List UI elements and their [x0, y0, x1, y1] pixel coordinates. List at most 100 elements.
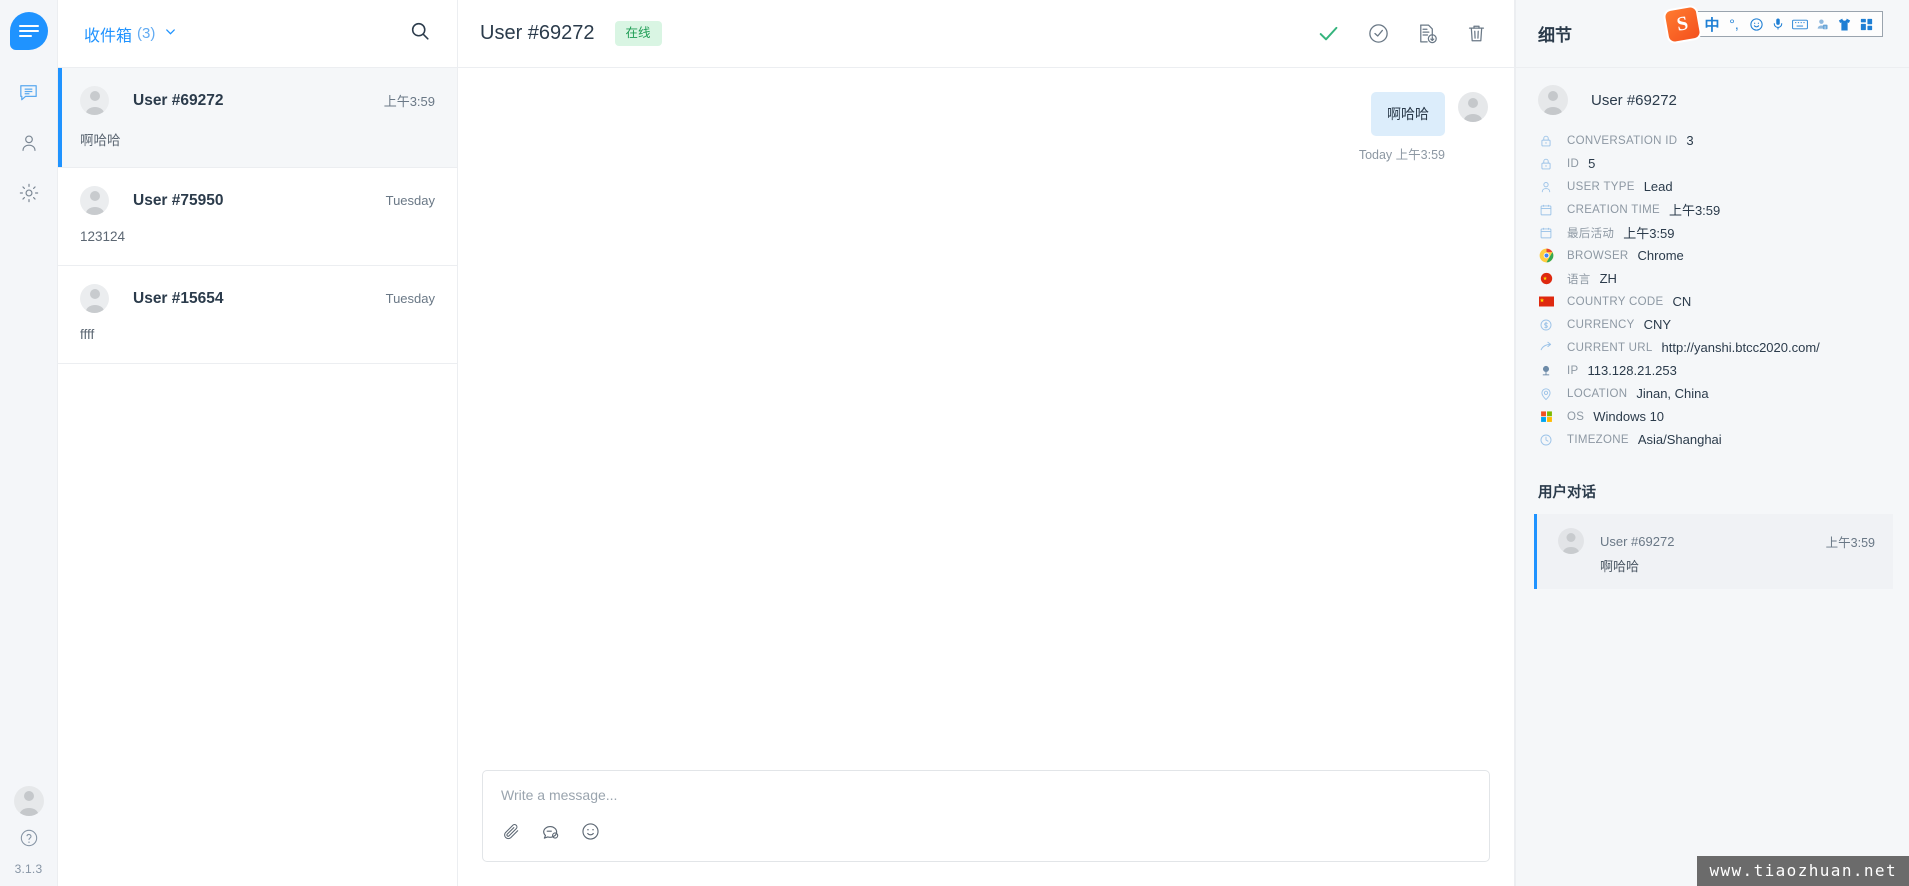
- windows-logo-icon: [1538, 410, 1554, 423]
- conversation-preview: 123124: [80, 229, 126, 244]
- attribute-value: CN: [1672, 294, 1692, 309]
- list-item[interactable]: User #75950 Tuesday 123124: [58, 168, 457, 266]
- attribute-key: 语言: [1567, 273, 1591, 286]
- page-title: User #69272: [480, 22, 595, 44]
- attribute-value: 113.128.21.253: [1587, 363, 1677, 378]
- chinese-mode-icon[interactable]: 中: [1701, 13, 1723, 35]
- attribute-row-os: OS Windows 10: [1538, 405, 1887, 428]
- conversation-time: 上午3:59: [383, 94, 435, 109]
- conversation-list-header: 收件箱 (3): [58, 0, 457, 68]
- attribute-key: CURRENCY: [1567, 318, 1635, 331]
- avatar: [80, 186, 109, 215]
- conversation-time: Tuesday: [385, 291, 435, 306]
- attribute-value: ZH: [1599, 271, 1617, 286]
- conversation-row-top: User #15654 Tuesday: [80, 284, 435, 313]
- chevron-down-icon: [163, 24, 178, 44]
- contacts-icon: [18, 132, 40, 159]
- attribute-key: CONVERSATION ID: [1567, 134, 1678, 147]
- message-composer[interactable]: Write a message...: [482, 770, 1490, 862]
- attribute-value: Chrome: [1637, 248, 1684, 263]
- sidebar-item-settings[interactable]: [7, 174, 51, 216]
- avatar: [1458, 92, 1488, 122]
- user-conversation-time: 上午3:59: [1825, 535, 1875, 550]
- status-badge: 在线: [614, 21, 662, 46]
- svg-text:s: s: [1824, 25, 1826, 29]
- inbox-selector[interactable]: 收件箱 (3): [84, 22, 178, 46]
- chrome-browser-icon: [1538, 248, 1554, 263]
- attribute-key: 最后活动: [1567, 227, 1615, 240]
- avatar[interactable]: [13, 786, 44, 816]
- avatar: [1538, 85, 1568, 115]
- user-icon: [1538, 180, 1554, 194]
- message-thread: 啊哈哈 Today 上午3:59: [458, 68, 1514, 756]
- attribute-key: OS: [1567, 410, 1585, 423]
- trash-icon[interactable]: [1465, 22, 1488, 45]
- attribute-key: COUNTRY CODE: [1567, 295, 1664, 308]
- settings-gear-icon: [18, 182, 40, 209]
- clock-icon: [1538, 433, 1554, 447]
- canned-response-icon[interactable]: [540, 821, 561, 842]
- soft-keyboard-icon[interactable]: [1789, 13, 1811, 35]
- transcript-download-icon[interactable]: [1416, 22, 1439, 45]
- attribute-row-ip: IP 113.128.21.253: [1538, 359, 1887, 382]
- message-input[interactable]: Write a message...: [501, 787, 1471, 803]
- attribute-value: Asia/Shanghai: [1637, 432, 1722, 447]
- conversation-preview: ffff: [80, 327, 95, 342]
- attribute-row-location: LOCATION Jinan, China: [1538, 382, 1887, 405]
- chat-logo-icon[interactable]: [9, 12, 48, 50]
- attribute-row-timezone: TIMEZONE Asia/Shanghai: [1538, 428, 1887, 451]
- attribute-row-last-activity: 最后活动 上午3:59: [1538, 221, 1887, 244]
- punctuation-mode-icon[interactable]: °,: [1723, 13, 1745, 35]
- app-root: 3.1.3 收件箱 (3) User #69272 上午3:59 啊哈哈 Use…: [0, 0, 1909, 886]
- chat-panel: User #69272 在线 啊哈哈 Today 上午3:59 Write a …: [458, 0, 1515, 886]
- emoji-smiley-icon[interactable]: [580, 821, 601, 842]
- avatar: [80, 86, 109, 115]
- chat-action-group: [1316, 21, 1488, 46]
- attribute-row-conversation-id: CONVERSATION ID 3: [1538, 129, 1887, 152]
- attribute-key: CURRENT URL: [1567, 341, 1653, 354]
- toolbox-grid-icon[interactable]: [1855, 13, 1877, 35]
- conversation-name: User #69272: [133, 91, 224, 109]
- conversation-time: Tuesday: [385, 193, 435, 208]
- resolve-check-icon[interactable]: [1316, 21, 1341, 46]
- attribute-key: IP: [1567, 364, 1579, 377]
- help-circle-icon[interactable]: [19, 828, 39, 853]
- user-conversation-name: User #69272: [1600, 533, 1675, 549]
- message-timestamp: Today 上午3:59: [1358, 148, 1445, 162]
- attribute-value[interactable]: http://yanshi.btcc2020.com/: [1662, 340, 1820, 355]
- search-button[interactable]: [409, 20, 431, 47]
- user-account-icon[interactable]: s: [1811, 13, 1833, 35]
- sogou-logo-icon[interactable]: S: [1664, 6, 1701, 43]
- attribute-value: 上午3:59: [1668, 203, 1721, 218]
- attribute-key: BROWSER: [1567, 249, 1629, 262]
- details-user-name: User #69272: [1591, 91, 1677, 109]
- attribute-row-creation-time: CREATION TIME 上午3:59: [1538, 198, 1887, 221]
- sidebar-item-contacts[interactable]: [7, 124, 51, 166]
- skin-shirt-icon[interactable]: [1833, 13, 1855, 35]
- sidebar-item-conversations[interactable]: [7, 74, 51, 116]
- lock-icon: [1538, 157, 1554, 171]
- inbox-label: 收件箱: [84, 27, 133, 45]
- voice-mic-icon[interactable]: [1767, 13, 1789, 35]
- inbox-count: (3): [137, 25, 156, 42]
- snooze-clock-icon[interactable]: [1367, 22, 1390, 45]
- list-item[interactable]: User #15654 Tuesday ffff: [58, 266, 457, 364]
- search-icon: [409, 20, 431, 47]
- emoji-face-icon[interactable]: [1745, 13, 1767, 35]
- details-title: 细节: [1538, 26, 1572, 45]
- attachment-paperclip-icon[interactable]: [501, 822, 521, 842]
- avatar: [80, 284, 109, 313]
- message-row: 啊哈哈: [484, 92, 1488, 136]
- user-conversation-row-top: User #69272 上午3:59: [1558, 528, 1875, 554]
- list-item[interactable]: User #69272 上午3:59 啊哈哈: [1534, 514, 1893, 589]
- conversation-name: User #75950: [133, 191, 224, 209]
- attribute-list: CONVERSATION ID 3 ID 5 USER TYPE Lead CR…: [1516, 129, 1909, 451]
- attribute-row-browser: BROWSER Chrome: [1538, 244, 1887, 267]
- user-conversations-title: 用户对话: [1538, 485, 1596, 501]
- calendar-icon: [1538, 203, 1554, 217]
- attribute-row-currency: CURRENCY CNY: [1538, 313, 1887, 336]
- app-version: 3.1.3: [14, 862, 43, 876]
- lock-icon: [1538, 134, 1554, 148]
- list-item[interactable]: User #69272 上午3:59 啊哈哈: [58, 68, 457, 168]
- details-panel: 细节 User #69272 CONVERSATION ID 3 ID 5 US…: [1515, 0, 1909, 886]
